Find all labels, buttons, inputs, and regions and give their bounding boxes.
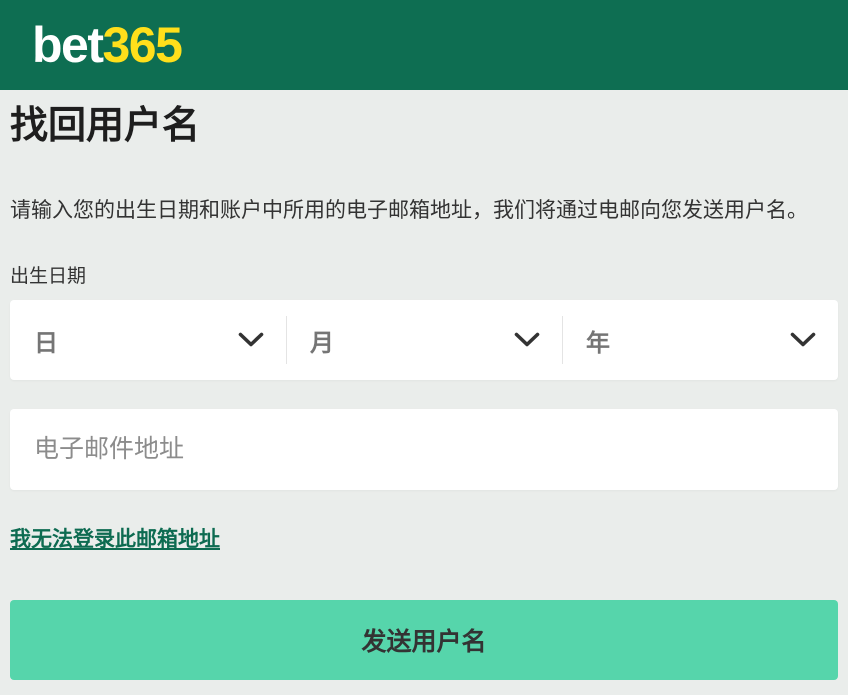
dob-selectors: 日 月 年 xyxy=(10,300,838,380)
link-row: 我无法登录此邮箱地址 xyxy=(10,528,838,552)
logo-text-bet: bet xyxy=(32,17,103,73)
dob-label: 出生日期 xyxy=(10,265,838,289)
year-select-value: 年 xyxy=(586,323,610,358)
chevron-down-icon xyxy=(238,332,264,348)
chevron-down-icon xyxy=(514,332,540,348)
send-username-button[interactable]: 发送用户名 xyxy=(10,600,838,680)
page-title: 找回用户名 xyxy=(10,100,838,152)
day-select[interactable]: 日 xyxy=(10,300,286,380)
month-select-value: 月 xyxy=(310,323,334,358)
main-content: 找回用户名 请输入您的出生日期和账户中所用的电子邮箱地址，我们将通过电邮向您发送… xyxy=(0,100,848,680)
logo-text-365: 365 xyxy=(103,17,182,73)
instruction-text: 请输入您的出生日期和账户中所用的电子邮箱地址，我们将通过电邮向您发送用户名。 xyxy=(10,197,838,225)
cant-access-email-link[interactable]: 我无法登录此邮箱地址 xyxy=(10,528,220,552)
year-select[interactable]: 年 xyxy=(562,300,838,380)
month-select[interactable]: 月 xyxy=(286,300,562,380)
app-header: bet365 xyxy=(0,0,848,90)
recover-username-page: bet365 找回用户名 请输入您的出生日期和账户中所用的电子邮箱地址，我们将通… xyxy=(0,0,848,695)
bet365-logo[interactable]: bet365 xyxy=(32,20,181,70)
email-input[interactable] xyxy=(10,409,838,490)
day-select-value: 日 xyxy=(34,323,58,358)
chevron-down-icon xyxy=(790,332,816,348)
